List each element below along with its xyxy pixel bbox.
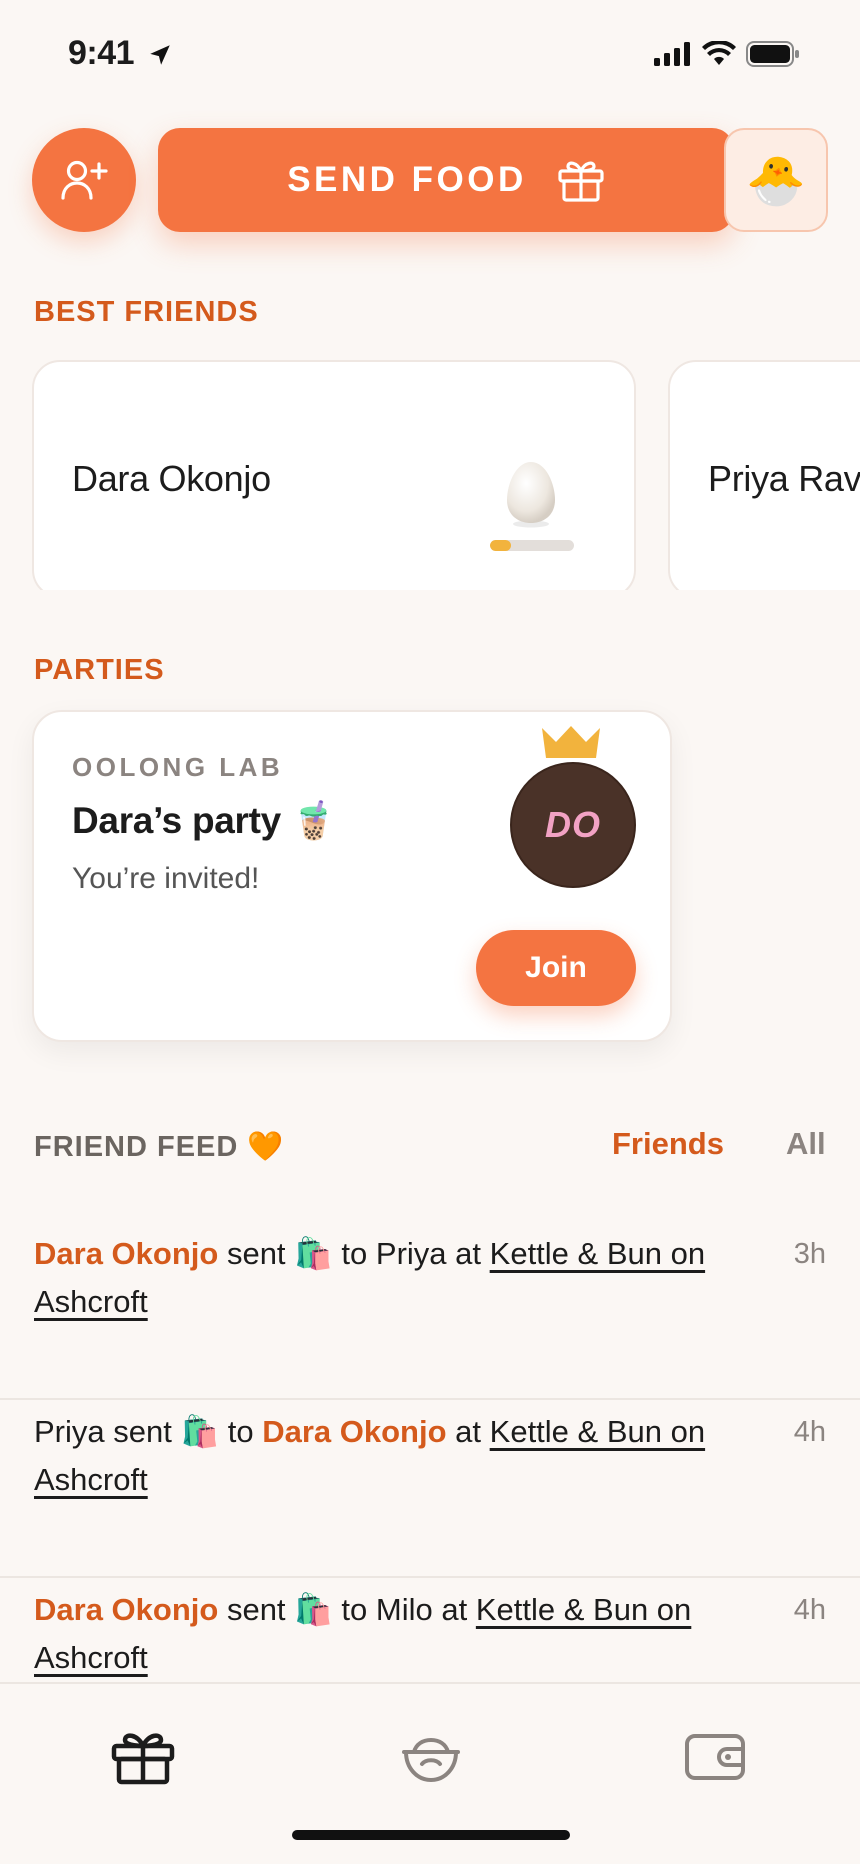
send-food-label: SEND FOOD (287, 160, 527, 199)
location-arrow-icon (150, 45, 170, 65)
shopping-bags-icon: 🛍️ (180, 1414, 220, 1449)
party-card[interactable]: OOLONG LAB Dara’s party 🧋 You’re invited… (32, 710, 672, 1042)
feed-time: 4h (793, 1594, 826, 1626)
egg-icon (507, 462, 555, 528)
friend-name: Dara Okonjo (72, 458, 271, 499)
feed-verb: sent (113, 1414, 172, 1449)
tab-orders[interactable] (396, 1722, 466, 1792)
feed-item-text: Priya sent 🛍️ to Dara Okonjo at Kettle &… (34, 1408, 754, 1504)
friendship-progress-fill (490, 540, 511, 551)
bowl-icon (402, 1737, 460, 1783)
party-title: Dara’s party 🧋 (72, 800, 337, 841)
best-friends-carousel[interactable]: Dara Okonjo Priya Ravi (0, 360, 860, 590)
cellular-signal-icon (654, 42, 690, 66)
top-actions: SEND FOOD 🐣 (32, 128, 828, 232)
feed-item[interactable]: Dara Okonjo sent 🛍️ to Priya at Kettle &… (0, 1222, 860, 1400)
feed-to: to (341, 1236, 368, 1271)
feed-verb: sent (226, 1236, 286, 1271)
feed-item-text: Dara Okonjo sent 🛍️ to Milo at Kettle & … (34, 1586, 754, 1682)
friend-name: Priya Ravi (708, 458, 860, 499)
feed-recipient: Priya (375, 1236, 447, 1271)
feed-tab-all[interactable]: All (786, 1126, 826, 1162)
host-avatar: DO (510, 762, 636, 888)
feed-item-text: Dara Okonjo sent 🛍️ to Priya at Kettle &… (34, 1230, 754, 1326)
best-friends-title: BEST FRIENDS (34, 296, 259, 328)
status-bar: 9:41 (0, 0, 860, 108)
party-subtitle: You’re invited! (72, 862, 260, 895)
battery-icon (746, 41, 799, 67)
feed-at: at (455, 1414, 482, 1449)
tab-wallet[interactable] (680, 1722, 750, 1792)
wifi-icon (702, 41, 736, 65)
gift-icon (558, 161, 604, 202)
crown-icon (542, 726, 600, 758)
tab-gifts[interactable] (108, 1722, 178, 1792)
send-food-button[interactable]: SEND FOOD (158, 128, 734, 232)
friend-card[interactable]: Dara Okonjo (32, 360, 636, 590)
gift-icon (111, 1733, 175, 1785)
status-icons (654, 40, 800, 68)
feed-recipient[interactable]: Dara Okonjo (262, 1414, 446, 1449)
party-venue: OOLONG LAB (72, 752, 284, 782)
user-plus-icon (61, 160, 108, 200)
feed-time: 4h (793, 1416, 826, 1448)
host-initials: DO (545, 804, 601, 845)
add-friend-button[interactable] (32, 128, 136, 232)
feed-verb: sent (226, 1592, 286, 1627)
feed-at: at (441, 1592, 468, 1627)
feed-at: at (455, 1236, 482, 1271)
shopping-bags-icon: 🛍️ (294, 1236, 333, 1271)
friend-feed-header: FRIEND FEED 🧡 Friends All (34, 1126, 828, 1170)
feed-sender: Priya (34, 1414, 105, 1449)
friendship-progress-bar (490, 540, 574, 551)
home-indicator[interactable] (292, 1830, 570, 1840)
friend-feed-title: FRIEND FEED 🧡 (34, 1131, 285, 1163)
parties-title: PARTIES (34, 654, 165, 686)
wallet-icon (685, 1734, 745, 1780)
feed-tab-friends[interactable]: Friends (612, 1126, 724, 1162)
feed-sender[interactable]: Dara Okonjo (34, 1592, 218, 1627)
join-party-button[interactable]: Join (476, 930, 636, 1006)
feed-to: to (227, 1414, 254, 1449)
feed-time: 3h (793, 1238, 826, 1270)
feed-to: to (341, 1592, 368, 1627)
profile-avatar-button[interactable]: 🐣 (724, 128, 828, 232)
friend-card[interactable]: Priya Ravi (668, 360, 860, 590)
status-time: 9:41 (68, 34, 135, 72)
friend-feed-list: Dara Okonjo sent 🛍️ to Priya at Kettle &… (0, 1222, 860, 1756)
feed-item[interactable]: Priya sent 🛍️ to Dara Okonjo at Kettle &… (0, 1400, 860, 1578)
hatching-chick-icon: 🐣 (746, 154, 806, 208)
feed-sender[interactable]: Dara Okonjo (34, 1236, 218, 1271)
shopping-bags-icon: 🛍️ (294, 1592, 333, 1627)
feed-recipient: Milo (375, 1592, 433, 1627)
